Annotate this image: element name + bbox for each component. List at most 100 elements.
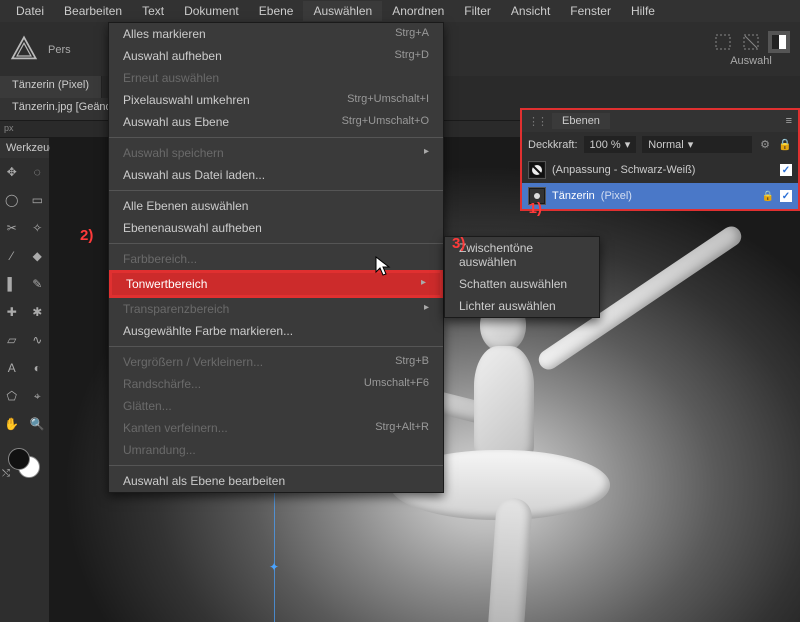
lasso-tool-icon[interactable]: ◯ <box>0 188 24 212</box>
menu-item-label: Randschärfe... <box>123 377 201 391</box>
layer-row[interactable]: Tänzerin (Pixel) 🔒 ✓ <box>522 183 798 209</box>
layers-tab[interactable]: Ebenen <box>552 113 610 129</box>
persona-group[interactable]: Pers <box>48 42 71 56</box>
menu-auswaehlen: Alles markierenStrg+AAuswahl aufhebenStr… <box>108 22 444 493</box>
menu-item[interactable]: Auswahl aus EbeneStrg+Umschalt+O <box>109 111 443 133</box>
foreground-color-swatch[interactable] <box>8 448 30 470</box>
opacity-field[interactable]: 100 %▾ <box>584 136 637 153</box>
menu-item[interactable]: Auswahl aufhebenStrg+D <box>109 45 443 67</box>
menubar-item-anordnen[interactable]: Anordnen <box>382 1 454 21</box>
picker-tool-icon[interactable]: ⌖ <box>26 384 50 408</box>
layer-name: Tänzerin <box>552 190 595 202</box>
menu-item-label: Erneut auswählen <box>123 71 219 85</box>
menu-item-label: Transparenzbereich <box>123 302 229 316</box>
dodge-tool-icon[interactable]: ◐ <box>26 356 50 380</box>
visibility-checkbox[interactable]: ✓ <box>780 190 792 202</box>
menu-item[interactable]: Ebenenauswahl aufheben <box>109 217 443 239</box>
menubar-item-fenster[interactable]: Fenster <box>560 1 621 21</box>
layer-row[interactable]: (Anpassung - Schwarz-Weiß) ✓ <box>522 157 798 183</box>
menu-item-label: Alles markieren <box>123 27 206 41</box>
menubar-item-filter[interactable]: Filter <box>454 1 501 21</box>
submenu-item[interactable]: Lichter auswählen <box>445 295 599 317</box>
layer-name: (Anpassung - Schwarz-Weiß) <box>552 164 695 176</box>
chevron-down-icon: ▾ <box>688 138 694 151</box>
fill-tool-icon[interactable]: ◆ <box>26 244 50 268</box>
heal-tool-icon[interactable]: ✱ <box>26 300 50 324</box>
node-tool-icon[interactable]: ◌ <box>26 160 50 184</box>
swap-colors-icon[interactable]: ⤭ <box>2 468 10 479</box>
selection-invert-icon[interactable] <box>768 31 790 53</box>
hand-tool-icon[interactable]: ✋ <box>0 412 24 436</box>
lock-icon[interactable]: 🔒 <box>762 191 774 202</box>
menubar-item-datei[interactable]: Datei <box>6 1 54 21</box>
menubar-item-dokument[interactable]: Dokument <box>174 1 249 21</box>
menu-item-label: Glätten... <box>123 399 172 413</box>
guide-handle-icon[interactable]: ✦ <box>269 560 279 574</box>
lock-icon[interactable]: 🔒 <box>778 138 792 152</box>
menu-separator <box>109 137 443 138</box>
layer-thumbnail <box>528 161 546 179</box>
panel-grip-icon[interactable]: ⋮⋮ <box>528 115 546 128</box>
blend-mode-field[interactable]: Normal▾ <box>642 136 752 153</box>
menu-item: Auswahl speichern <box>109 142 443 164</box>
app-logo-group <box>10 35 38 63</box>
selection-mode-col: Auswahl <box>712 31 790 67</box>
menu-separator <box>109 243 443 244</box>
menubar-item-hilfe[interactable]: Hilfe <box>621 1 665 21</box>
layer-type-suffix: (Pixel) <box>601 190 632 202</box>
crop-tool-icon[interactable]: ✂ <box>0 216 24 240</box>
menu-item-label: Pixelauswahl umkehren <box>123 93 250 107</box>
smudge-tool-icon[interactable]: ∿ <box>26 328 50 352</box>
menu-item[interactable]: Alle Ebenen auswählen <box>109 195 443 217</box>
submenu-item[interactable]: Zwischentöne auswählen <box>445 237 599 273</box>
menubar-item-ansicht[interactable]: Ansicht <box>501 1 560 21</box>
annotation-step-1: 1) <box>529 200 542 217</box>
menu-separator <box>109 190 443 191</box>
doc-tab-1[interactable]: Tänzerin (Pixel) <box>0 76 102 98</box>
eraser-tool-icon[interactable]: ▱ <box>0 328 24 352</box>
menu-item[interactable]: Ausgewählte Farbe markieren... <box>109 320 443 342</box>
wand-tool-icon[interactable]: ✧ <box>26 216 50 240</box>
color-swatches[interactable]: ⤭ <box>0 446 49 482</box>
cursor-icon <box>375 256 393 278</box>
menubar-item-text[interactable]: Text <box>132 1 174 21</box>
menu-item-label: Alle Ebenen auswählen <box>123 199 248 213</box>
menu-item-label: Tonwertbereich <box>126 277 207 291</box>
gradient-tool-icon[interactable]: ▌ <box>0 272 24 296</box>
annotation-step-3: 3) <box>452 235 465 252</box>
menu-item-label: Auswahl speichern <box>123 146 224 160</box>
clone-tool-icon[interactable]: ✚ <box>0 300 24 324</box>
panel-menu-icon[interactable]: ≡ <box>786 115 792 127</box>
text-tool-icon[interactable]: A <box>0 356 24 380</box>
menu-item[interactable]: Auswahl als Ebene bearbeiten <box>109 470 443 492</box>
visibility-checkbox[interactable]: ✓ <box>780 164 792 176</box>
selection-new-icon[interactable] <box>712 31 734 53</box>
menubar-item-bearbeiten[interactable]: Bearbeiten <box>54 1 132 21</box>
doc-tab-2[interactable]: Tänzerin.jpg [Geänd <box>0 98 125 120</box>
menu-item[interactable]: Auswahl aus Datei laden... <box>109 164 443 186</box>
menu-item[interactable]: Alles markierenStrg+A <box>109 23 443 45</box>
brush-tool-icon[interactable]: ⁄ <box>0 244 24 268</box>
menubar: DateiBearbeitenTextDokumentEbeneAuswähle… <box>0 0 800 22</box>
menu-item-label: Ausgewählte Farbe markieren... <box>123 324 293 338</box>
menu-item-label: Kanten verfeinern... <box>123 421 228 435</box>
marquee-tool-icon[interactable]: ▭ <box>26 188 50 212</box>
menubar-item-auswählen[interactable]: Auswählen <box>303 1 382 21</box>
menu-item: Erneut auswählen <box>109 67 443 89</box>
selection-label: Auswahl <box>730 55 772 67</box>
shape-tool-icon[interactable]: ⬠ <box>0 384 24 408</box>
menu-item-label: Auswahl aufheben <box>123 49 222 63</box>
menu-item: Kanten verfeinern...Strg+Alt+R <box>109 417 443 439</box>
layers-panel-header[interactable]: ⋮⋮ Ebenen ≡ <box>522 110 798 132</box>
move-tool-icon[interactable]: ✥ <box>0 160 24 184</box>
gear-icon[interactable]: ⚙ <box>758 138 772 152</box>
menu-shortcut: Strg+Umschalt+I <box>347 93 429 107</box>
selection-add-icon[interactable] <box>740 31 762 53</box>
pen-tool-icon[interactable]: ✎ <box>26 272 50 296</box>
zoom-tool-icon[interactable]: 🔍 <box>26 412 50 436</box>
submenu-item[interactable]: Schatten auswählen <box>445 273 599 295</box>
menubar-item-ebene[interactable]: Ebene <box>249 1 304 21</box>
menu-item: Randschärfe...Umschalt+F6 <box>109 373 443 395</box>
submenu-tonwertbereich: Zwischentöne auswählenSchatten auswählen… <box>444 236 600 318</box>
menu-item[interactable]: Pixelauswahl umkehren Strg+Umschalt+I <box>109 89 443 111</box>
